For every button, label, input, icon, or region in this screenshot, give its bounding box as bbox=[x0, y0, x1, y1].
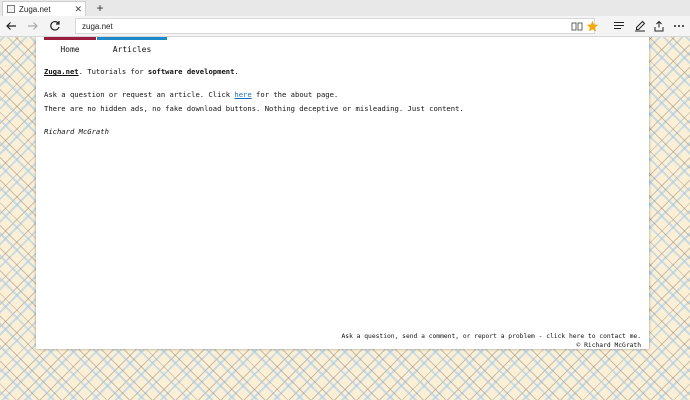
address-text: zuga.net bbox=[82, 21, 113, 31]
share-icon[interactable] bbox=[652, 19, 666, 33]
back-arrow-icon[interactable] bbox=[4, 19, 18, 33]
intro-bold-text: software development bbox=[147, 67, 235, 76]
favorite-star-icon[interactable] bbox=[585, 19, 599, 33]
reading-view-icon[interactable] bbox=[570, 19, 584, 33]
hub-icon[interactable] bbox=[612, 19, 626, 33]
intro-end: . bbox=[234, 67, 239, 76]
notes-icon[interactable] bbox=[633, 19, 647, 33]
address-bar[interactable]: zuga.net bbox=[75, 18, 595, 34]
tab-close-icon[interactable]: ✕ bbox=[74, 4, 82, 14]
browser-tab[interactable]: Zuga.net ✕ bbox=[2, 1, 86, 16]
tab-title: Zuga.net bbox=[19, 4, 51, 14]
new-tab-button[interactable]: + bbox=[93, 0, 107, 15]
ask-text-end: for the about page. bbox=[251, 90, 339, 99]
site-menu: Home Articles bbox=[44, 37, 168, 55]
copyright-text: © Richard McGrath bbox=[576, 342, 641, 349]
menu-home[interactable]: Home bbox=[44, 37, 96, 61]
forward-arrow-icon[interactable] bbox=[26, 19, 40, 33]
page-favicon-icon bbox=[7, 5, 15, 13]
author-signature: Richard McGrath bbox=[44, 127, 109, 136]
tab-strip: Zuga.net ✕ + bbox=[0, 0, 690, 17]
content-panel: Home Articles Zuga.net. Tutorials for so… bbox=[36, 37, 649, 349]
no-ads-line: There are no hidden ads, no fake downloa… bbox=[44, 104, 464, 113]
contact-link[interactable]: Ask a question, send a comment, or repor… bbox=[342, 332, 642, 341]
ask-line: Ask a question or request an article. Cl… bbox=[44, 90, 338, 99]
menu-articles[interactable]: Articles bbox=[97, 37, 167, 61]
about-page-link[interactable]: here bbox=[234, 90, 251, 99]
page-background: Home Articles Zuga.net. Tutorials for so… bbox=[0, 37, 690, 400]
ask-text: Ask a question or request an article. Cl… bbox=[44, 90, 235, 99]
intro-line: Zuga.net. Tutorials for software develop… bbox=[44, 67, 239, 76]
browser-toolbar: zuga.net bbox=[0, 16, 690, 37]
page-footer: Ask a question, send a comment, or repor… bbox=[342, 332, 642, 350]
brand-link[interactable]: Zuga.net bbox=[44, 67, 79, 76]
refresh-icon[interactable] bbox=[48, 19, 62, 33]
intro-text: . Tutorials for bbox=[78, 67, 148, 76]
more-icon[interactable] bbox=[672, 19, 686, 33]
